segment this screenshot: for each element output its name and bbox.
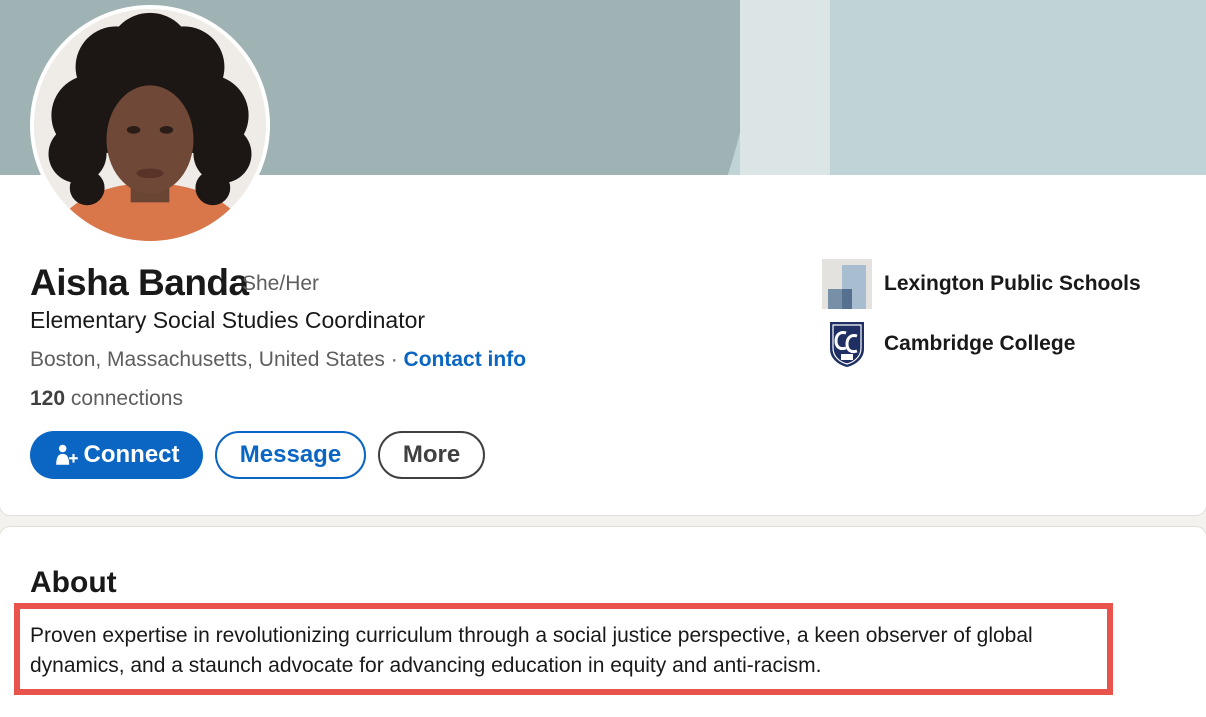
connect-label: Connect <box>83 441 180 468</box>
building-logo-icon <box>822 259 872 309</box>
about-section: About Proven expertise in revolutionizin… <box>0 527 1206 717</box>
connections-label: connections <box>70 387 183 410</box>
avatar[interactable] <box>30 5 270 245</box>
profile-name: Aisha Banda <box>30 262 249 303</box>
org-item-cambridge[interactable]: Cambridge College <box>822 319 1075 369</box>
cover-strip <box>740 0 830 175</box>
org-name: Cambridge College <box>884 332 1076 355</box>
message-button[interactable]: Message <box>215 431 366 479</box>
connections-link[interactable]: 120 connections <box>30 387 183 411</box>
contact-info-link[interactable]: Contact info <box>404 348 526 371</box>
about-text: Proven expertise in revolutionizing curr… <box>30 624 1033 677</box>
separator: · <box>390 348 398 371</box>
more-button[interactable]: More <box>378 431 485 479</box>
profile-card: Aisha Banda She/Her Elementary Social St… <box>0 0 1206 515</box>
connect-button[interactable]: Connect <box>30 431 203 479</box>
avatar-photo <box>34 9 266 241</box>
connections-count: 120 <box>30 387 66 410</box>
add-person-icon <box>55 444 78 465</box>
location-line: Boston, Massachusetts, United States · C… <box>30 348 526 372</box>
org-name: Lexington Public Schools <box>884 272 1141 295</box>
pronouns: She/Her <box>242 272 320 295</box>
profile-headline: Elementary Social Studies Coordinator <box>30 307 426 333</box>
cc-shield-logo-icon <box>822 319 872 369</box>
org-item-lexington[interactable]: Lexington Public Schools <box>822 259 1141 309</box>
about-title: About <box>30 566 117 599</box>
location: Boston, Massachusetts, United States <box>30 348 385 371</box>
